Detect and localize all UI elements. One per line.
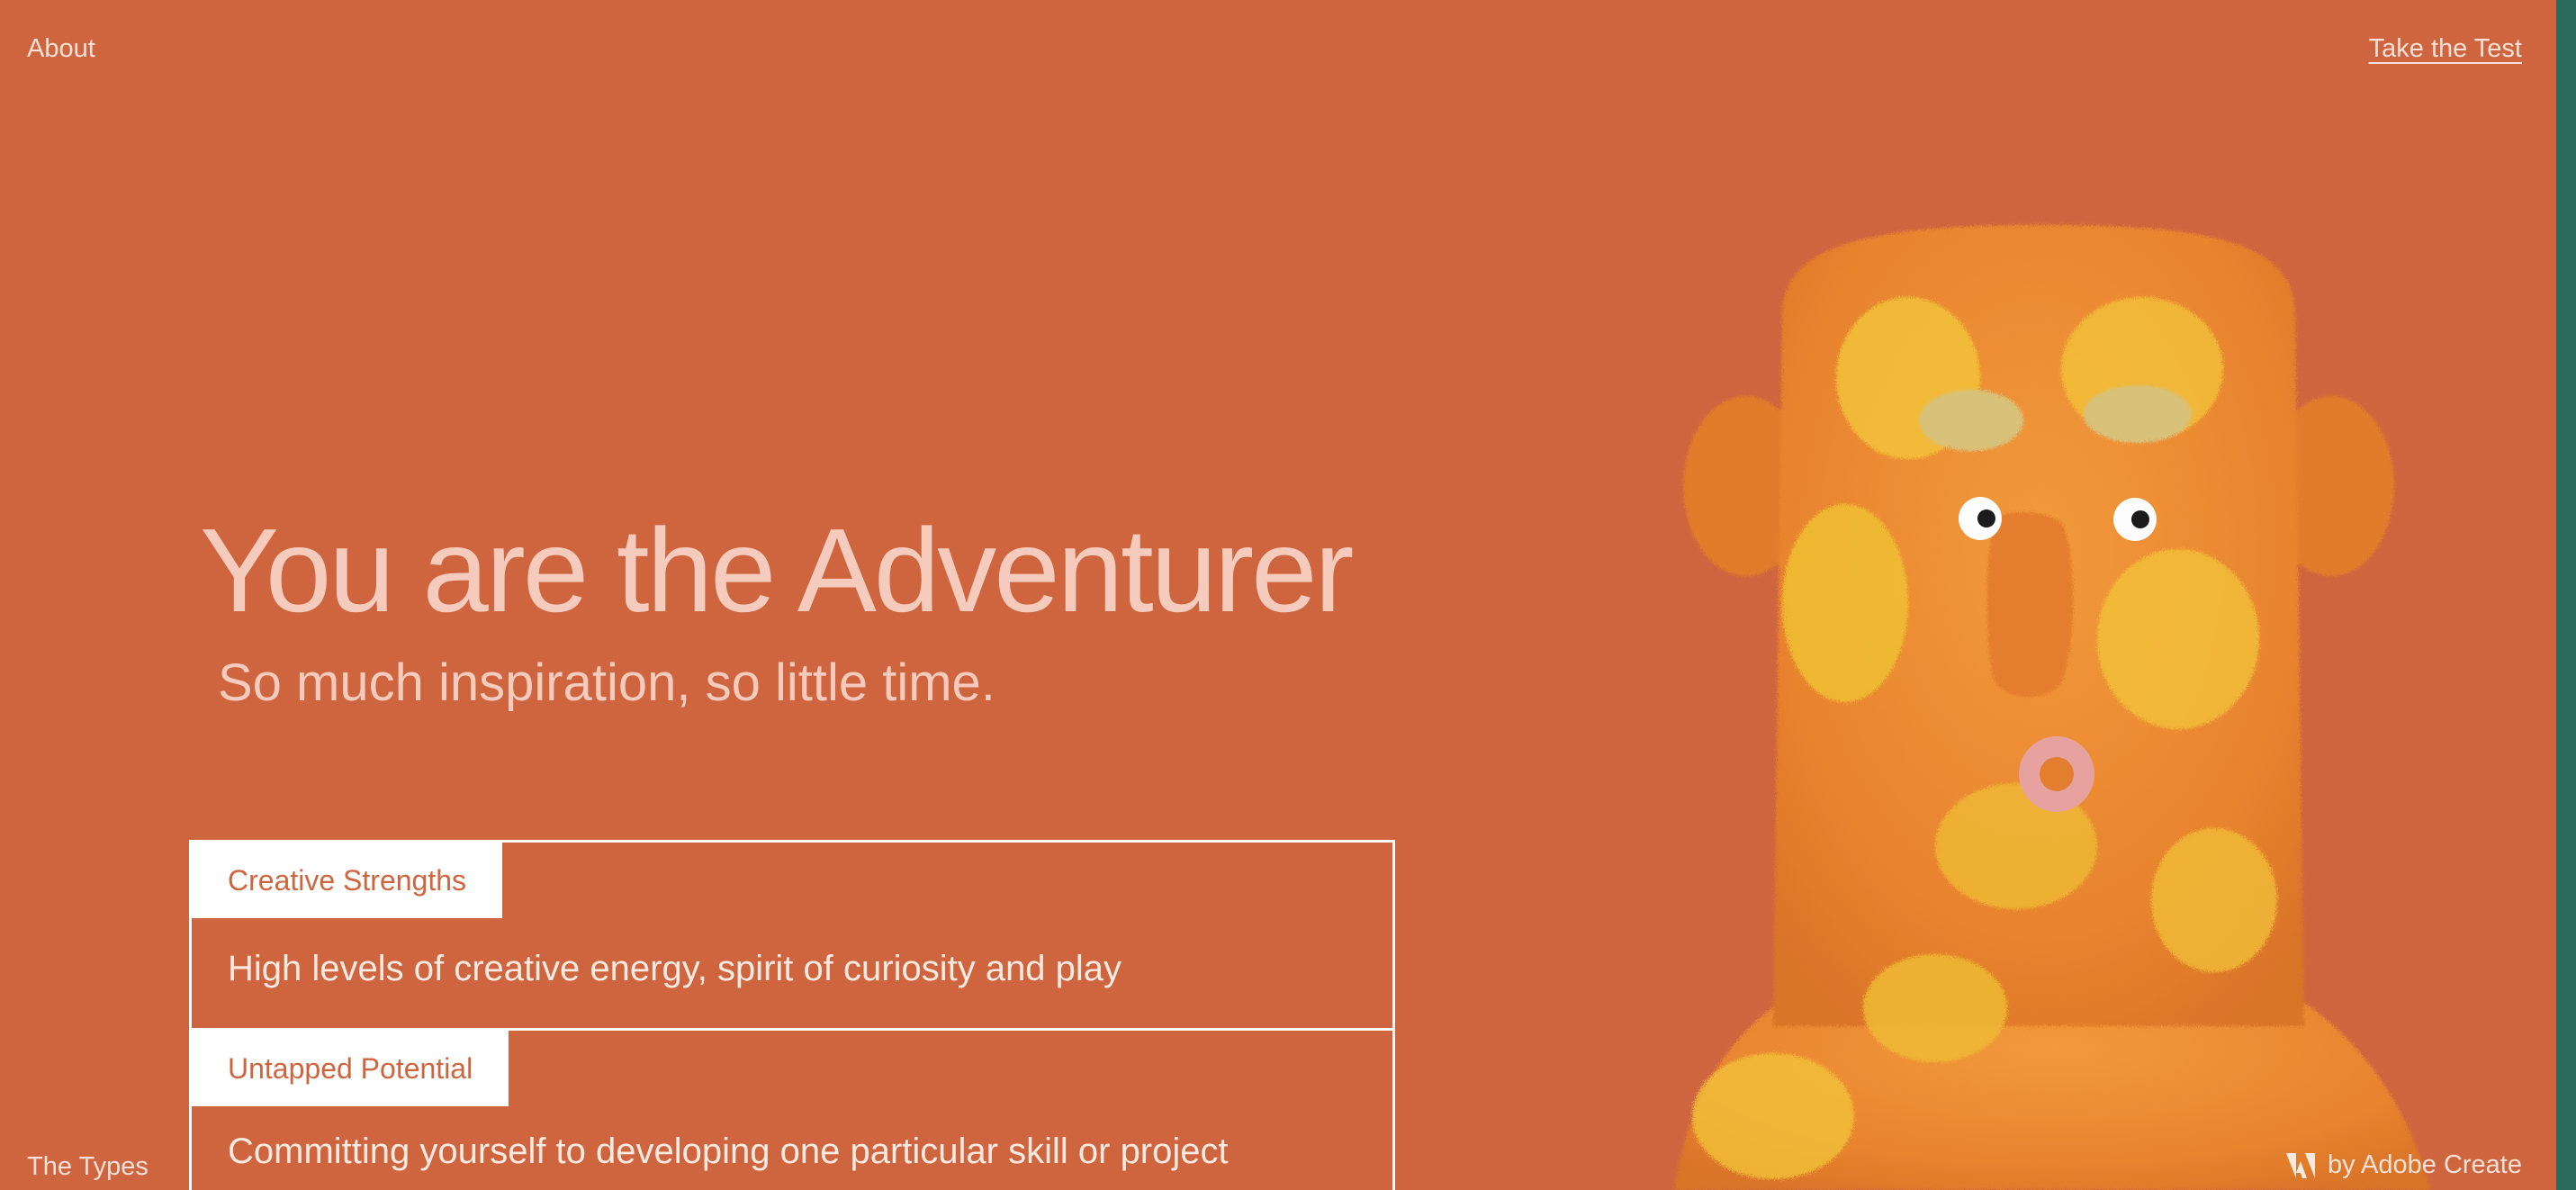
adobe-logo-icon [2285, 1152, 2315, 1178]
page-subtitle: So much inspiration, so little time. [218, 654, 995, 712]
about-link[interactable]: About [27, 34, 95, 64]
take-the-test-link[interactable]: Take the Test [2369, 34, 2522, 64]
adventurer-character-illustration [1674, 225, 2430, 1190]
the-types-link[interactable]: The Types [27, 1152, 149, 1182]
right-edge-strip [2556, 0, 2576, 1190]
creative-strengths-text: High levels of creative energy, spirit o… [228, 949, 1122, 988]
adobe-credit[interactable]: by Adobe Create [2285, 1150, 2522, 1180]
untapped-potential-card: Untapped Potential Committing yourself t… [189, 1028, 1395, 1190]
untapped-potential-tab: Untapped Potential [192, 1031, 509, 1106]
untapped-potential-text: Committing yourself to developing one pa… [228, 1131, 1229, 1171]
adobe-credit-label: by Adobe Create [2327, 1150, 2522, 1179]
page: About Take the Test You are the Adventur… [0, 0, 2556, 1190]
creative-strengths-tab: Creative Strengths [192, 843, 503, 918]
page-title: You are the Adventurer [200, 504, 1354, 636]
creative-strengths-card: Creative Strengths High levels of creati… [189, 840, 1395, 1031]
